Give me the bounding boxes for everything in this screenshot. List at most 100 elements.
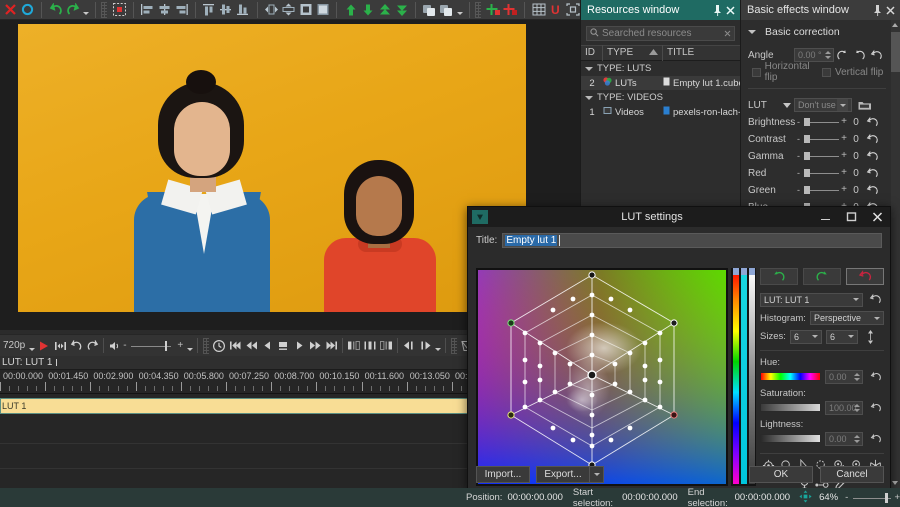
zoom-slider[interactable]: - + (845, 491, 900, 505)
layers-dropdown-caret[interactable] (455, 1, 464, 18)
saturation-bar[interactable] (741, 270, 747, 484)
angle-field[interactable]: 0.00 ° (794, 48, 834, 62)
slider-plus-icon[interactable]: + (841, 150, 847, 161)
scrollbar-thumb[interactable] (891, 32, 900, 72)
histogram-select[interactable]: Perspective (809, 311, 884, 325)
remove-keyframe-icon[interactable] (502, 1, 519, 18)
align-bottom-icon[interactable] (235, 1, 252, 18)
spinner-up-icon[interactable] (854, 403, 860, 407)
cancel-button[interactable]: Cancel (820, 466, 884, 483)
clear-icon[interactable] (724, 28, 731, 40)
fit-frame-icon[interactable] (297, 1, 314, 18)
play-forward-icon[interactable] (291, 338, 307, 354)
quality-dropdown-caret[interactable] (27, 337, 36, 354)
timeline-clip[interactable]: LUT 1 (0, 398, 470, 414)
spinner-down-icon[interactable] (854, 377, 860, 381)
slider-minus-icon[interactable]: - (797, 151, 800, 161)
markers-dropdown-caret[interactable] (433, 337, 442, 354)
maximize-icon[interactable] (838, 207, 864, 227)
reset-icon[interactable] (864, 115, 881, 130)
redo-icon[interactable] (64, 1, 81, 18)
hue-bar-handle[interactable] (733, 268, 739, 275)
scroll-down-arrow-icon[interactable] (892, 481, 898, 485)
hue-gradient-slider[interactable] (760, 372, 821, 381)
collapse-triangle-icon[interactable] (748, 30, 756, 34)
reset-icon[interactable] (864, 132, 881, 147)
volume-icon[interactable] (107, 338, 123, 354)
distribute-horizontal-icon[interactable] (263, 1, 280, 18)
circle-o-icon[interactable] (19, 1, 36, 18)
spinner-up-icon[interactable] (825, 51, 831, 54)
fast-forward-icon[interactable] (307, 338, 323, 354)
spinner-down-icon[interactable] (854, 439, 860, 443)
align-top-icon[interactable] (201, 1, 218, 18)
pin-icon[interactable] (871, 3, 884, 17)
table-row[interactable]: 2 LUTs Empty lut 1.cube (581, 76, 740, 90)
loop-icon[interactable] (68, 338, 84, 354)
fit-icon[interactable] (799, 489, 812, 506)
reset-icon[interactable] (864, 149, 881, 164)
checkbox-box[interactable] (822, 67, 831, 77)
duplicate-icon[interactable] (421, 1, 438, 18)
sizes-y-select[interactable]: 6 (826, 329, 858, 344)
close-x-icon[interactable] (2, 1, 19, 18)
lightness-bar-handle[interactable] (749, 268, 755, 275)
rotate-cw-90-icon[interactable] (834, 48, 851, 63)
move-down-icon[interactable] (359, 1, 376, 18)
grid-icon[interactable] (530, 1, 547, 18)
slider-knob[interactable] (804, 135, 810, 143)
volume-dropdown-caret[interactable] (185, 337, 194, 354)
reset-icon[interactable] (864, 166, 881, 181)
scroll-up-arrow-icon[interactable] (892, 23, 898, 27)
go-end-icon[interactable] (323, 338, 339, 354)
lightness-field[interactable]: 0.00 (825, 431, 863, 446)
reset-icon[interactable] (867, 292, 884, 307)
split-middle-icon[interactable] (362, 338, 378, 354)
prev-frame-icon[interactable] (259, 338, 275, 354)
collapse-triangle-icon[interactable] (585, 66, 593, 71)
refresh-icon[interactable] (84, 338, 100, 354)
slider-knob[interactable] (804, 118, 810, 126)
slider-plus-icon[interactable]: + (841, 184, 847, 195)
lut-cube-viewport[interactable] (476, 268, 728, 486)
bounds-icon[interactable] (564, 1, 581, 18)
reset-icon[interactable] (868, 48, 885, 63)
video-preview[interactable] (18, 24, 526, 312)
toolbar-gripper[interactable] (101, 1, 107, 18)
reset-icon[interactable] (864, 183, 881, 198)
move-to-bottom-icon[interactable] (393, 1, 410, 18)
zoom-minus-label[interactable]: - (845, 492, 848, 503)
split-right-icon[interactable] (378, 338, 394, 354)
lut-cube-canvas[interactable] (478, 270, 726, 484)
slider-plus-icon[interactable]: + (841, 167, 847, 178)
lut-channel-bars[interactable] (731, 268, 756, 486)
mark-in-icon[interactable] (401, 338, 417, 354)
slider-knob[interactable] (804, 186, 810, 194)
undo-button[interactable] (760, 268, 798, 285)
split-left-icon[interactable] (346, 338, 362, 354)
slider-plus-icon[interactable]: + (841, 133, 847, 144)
play-icon[interactable] (36, 338, 52, 354)
slider-knob[interactable] (804, 152, 810, 160)
slider-plus-icon[interactable]: + (841, 116, 847, 127)
fill-frame-icon[interactable] (314, 1, 331, 18)
spinner-down-icon[interactable] (825, 56, 831, 59)
chevron-down-icon[interactable] (780, 98, 794, 113)
clock-icon[interactable] (211, 338, 227, 354)
effect-slider[interactable]: -+ (796, 183, 848, 197)
loop-range-icon[interactable] (52, 338, 68, 354)
slider-minus-icon[interactable]: - (797, 185, 800, 195)
lut-select-arrow[interactable] (837, 99, 848, 111)
column-header-type[interactable]: TYPE (603, 45, 663, 61)
column-header-id[interactable]: ID (581, 45, 603, 61)
chevron-down-icon[interactable] (848, 335, 854, 338)
hue-bar[interactable] (733, 270, 739, 484)
mark-out-icon[interactable] (417, 338, 433, 354)
lut-select[interactable]: Don't use LUT (794, 98, 852, 112)
effect-slider[interactable]: -+ (796, 115, 848, 129)
pin-icon[interactable] (711, 3, 724, 17)
slider-minus-icon[interactable]: - (797, 168, 800, 178)
volume-knob[interactable] (165, 340, 168, 351)
slider-minus-icon[interactable]: - (797, 117, 800, 127)
undo-icon[interactable] (47, 1, 64, 18)
